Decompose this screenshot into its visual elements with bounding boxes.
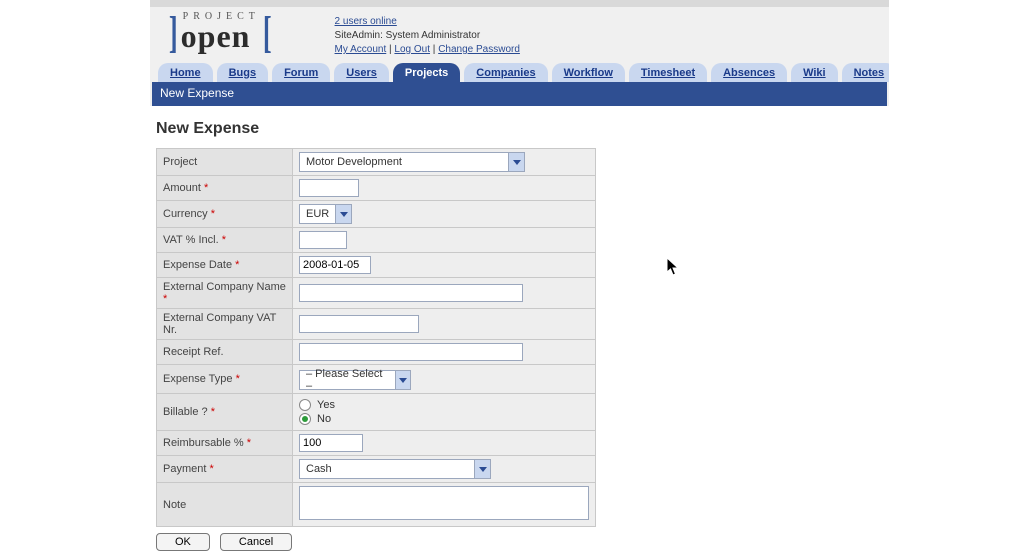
label-note: Note xyxy=(157,483,293,527)
tab-projects[interactable]: Projects xyxy=(393,63,460,82)
radio-billable-yes[interactable] xyxy=(299,399,311,411)
top-strip xyxy=(150,0,889,7)
change-password-link[interactable]: Change Password xyxy=(438,44,520,55)
chevron-down-icon xyxy=(508,153,524,171)
input-reimb[interactable] xyxy=(299,434,363,452)
input-vat[interactable] xyxy=(299,231,347,249)
label-vat: VAT % Incl. * xyxy=(157,228,293,253)
radio-label-no: No xyxy=(317,413,331,425)
tab-absences[interactable]: Absences xyxy=(711,63,787,82)
label-project: Project xyxy=(157,149,293,176)
tab-companies[interactable]: Companies xyxy=(464,63,547,82)
ok-button[interactable]: OK xyxy=(156,533,210,551)
label-ext-vat: External Company VAT Nr. xyxy=(157,309,293,340)
label-payment: Payment * xyxy=(157,456,293,483)
cancel-button[interactable]: Cancel xyxy=(220,533,292,551)
label-ext-name: External Company Name * xyxy=(157,278,293,309)
label-type: Expense Type * xyxy=(157,365,293,394)
logo-big: open xyxy=(181,18,260,55)
textarea-note[interactable] xyxy=(299,486,589,520)
users-online-link[interactable]: 2 users online xyxy=(335,16,397,27)
expense-form: Project Motor Development Amount * Curre… xyxy=(156,148,596,527)
my-account-link[interactable]: My Account xyxy=(335,44,387,55)
tab-timesheet[interactable]: Timesheet xyxy=(629,63,707,82)
tab-wiki[interactable]: Wiki xyxy=(791,63,838,82)
chevron-down-icon xyxy=(474,460,490,478)
input-ext-name[interactable] xyxy=(299,284,523,302)
label-billable: Billable ? * xyxy=(157,394,293,431)
label-amount: Amount * xyxy=(157,176,293,201)
tab-workflow[interactable]: Workflow xyxy=(552,63,625,82)
input-receipt[interactable] xyxy=(299,343,523,361)
input-amount[interactable] xyxy=(299,179,359,197)
bracket-right-icon: [ xyxy=(263,15,272,50)
label-reimb: Reimbursable % * xyxy=(157,431,293,456)
tab-forum[interactable]: Forum xyxy=(272,63,330,82)
select-currency[interactable]: EUR xyxy=(299,204,352,224)
chevron-down-icon xyxy=(395,371,410,389)
chevron-down-icon xyxy=(335,205,351,223)
page-bar: New Expense xyxy=(152,82,887,106)
log-out-link[interactable]: Log Out xyxy=(394,44,430,55)
radio-billable-no[interactable] xyxy=(299,413,311,425)
label-currency: Currency * xyxy=(157,201,293,228)
bracket-left-icon: ] xyxy=(169,15,178,50)
header: ] PROJECT open [ 2 users online SiteAdmi… xyxy=(150,7,889,63)
logo: ] PROJECT open [ xyxy=(166,11,275,55)
content: New Expense Project Motor Development Am… xyxy=(150,106,889,559)
label-receipt: Receipt Ref. xyxy=(157,340,293,365)
tab-notes[interactable]: Notes xyxy=(842,63,889,82)
header-links: 2 users online SiteAdmin: System Adminis… xyxy=(335,15,520,57)
nav-tabs: Home Bugs Forum Users Projects Companies… xyxy=(150,63,889,82)
input-ext-vat[interactable] xyxy=(299,315,419,333)
page-title: New Expense xyxy=(156,120,883,138)
site-admin-text: SiteAdmin: System Administrator xyxy=(335,30,481,41)
tab-users[interactable]: Users xyxy=(334,63,389,82)
radio-label-yes: Yes xyxy=(317,399,335,411)
label-date: Expense Date * xyxy=(157,253,293,278)
select-project[interactable]: Motor Development xyxy=(299,152,525,172)
select-type[interactable]: – Please Select – xyxy=(299,370,411,390)
input-date[interactable] xyxy=(299,256,371,274)
tab-home[interactable]: Home xyxy=(158,63,213,82)
select-payment[interactable]: Cash xyxy=(299,459,491,479)
tab-bugs[interactable]: Bugs xyxy=(217,63,269,82)
